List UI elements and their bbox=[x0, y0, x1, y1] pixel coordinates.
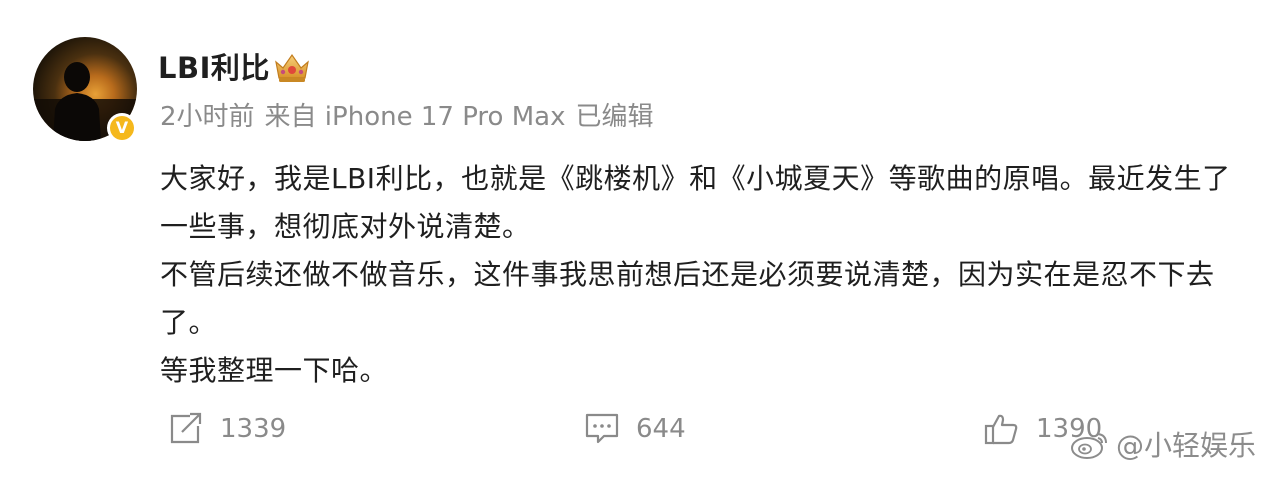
comment-button[interactable]: 644 bbox=[584, 412, 686, 446]
comment-icon bbox=[585, 413, 619, 444]
post-source: 来自 iPhone 17 Pro Max bbox=[264, 102, 566, 132]
crown-icon bbox=[275, 53, 309, 82]
repost-count: 1339 bbox=[220, 414, 287, 444]
content-paragraph: 不管后续还做不做音乐，这件事我思前想后还是必须要说清楚，因为实在是忍不下去了。 bbox=[160, 258, 1215, 339]
repost-icon bbox=[170, 412, 202, 444]
verified-badge: V bbox=[107, 113, 137, 143]
watermark: @小轻娱乐 bbox=[1070, 424, 1256, 464]
weibo-post: V LBI利比 2小时前 来自 iPhone 17 Pro Max 已编辑 大家好，… bbox=[0, 0, 1270, 478]
comment-count: 644 bbox=[636, 414, 686, 444]
repost-button[interactable]: 1339 bbox=[168, 412, 286, 446]
post-meta: 2小时前 来自 iPhone 17 Pro Max 已编辑 bbox=[160, 101, 663, 133]
author-name[interactable]: LBI利比 bbox=[158, 50, 270, 86]
post-content: 大家好，我是LBI利比，也就是《跳楼机》和《小城夏天》等歌曲的原唱。最近发生了一… bbox=[160, 155, 1235, 395]
verified-v-icon: V bbox=[110, 116, 134, 140]
watermark-text: @小轻娱乐 bbox=[1115, 429, 1256, 462]
content-paragraph: 等我整理一下哈。 bbox=[160, 354, 389, 387]
content-paragraph: 大家好，我是LBI利比，也就是《跳楼机》和《小城夏天》等歌曲的原唱。最近发生了一… bbox=[160, 162, 1231, 243]
post-time: 2小时前 bbox=[160, 102, 255, 132]
edited-label[interactable]: 已编辑 bbox=[575, 102, 653, 132]
thumbs-up-icon bbox=[984, 414, 1018, 445]
weibo-logo-icon bbox=[1070, 433, 1107, 459]
